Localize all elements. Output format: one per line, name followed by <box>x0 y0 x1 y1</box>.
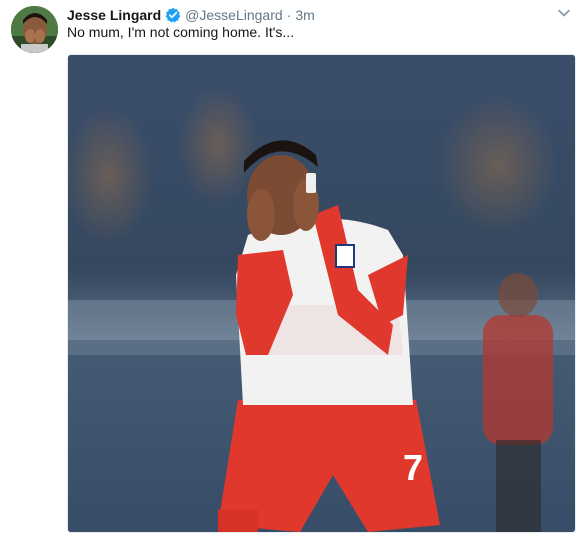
separator-dot: · <box>286 7 292 23</box>
chevron-down-icon[interactable] <box>557 6 571 20</box>
tweet-media-photo[interactable]: 7 <box>67 54 576 533</box>
tweet[interactable]: Jesse Lingard @JesseLingard · 3m No mum,… <box>0 0 582 539</box>
timestamp[interactable]: 3m <box>295 7 314 23</box>
photo-image: 7 <box>68 55 575 532</box>
display-name[interactable]: Jesse Lingard <box>67 7 161 23</box>
user-handle[interactable]: @JesseLingard <box>185 7 283 23</box>
tweet-header: Jesse Lingard @JesseLingard · 3m <box>67 5 315 25</box>
verified-badge-icon <box>165 7 181 23</box>
tweet-text: No mum, I'm not coming home. It's... <box>67 24 295 40</box>
svg-text:7: 7 <box>403 447 423 488</box>
avatar-image <box>11 6 58 53</box>
avatar[interactable] <box>11 6 58 53</box>
